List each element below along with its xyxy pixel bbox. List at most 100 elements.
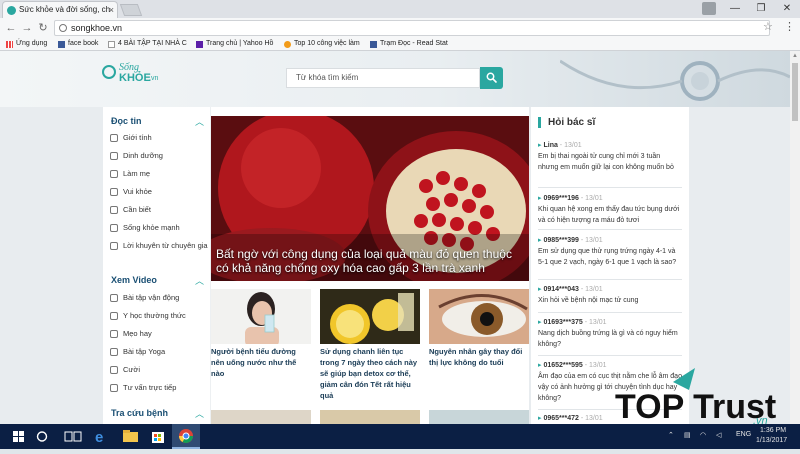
toptrust-logo-icon: TOP Trust .vn — [615, 368, 776, 427]
language-indicator[interactable]: ENG — [736, 431, 751, 438]
sidebar-item-bai-tap-van-dong[interactable]: Bài tập vận động — [110, 293, 210, 302]
bookmark-facebook[interactable]: face book — [58, 38, 98, 50]
profile-icon[interactable] — [702, 2, 716, 15]
forward-arrow-icon[interactable]: → — [19, 20, 35, 36]
facebook-icon — [370, 41, 377, 48]
wifi-icon[interactable]: ◠ — [700, 431, 706, 439]
svg-text:e: e — [95, 429, 103, 446]
section-xem-video[interactable]: Xem Video — [111, 275, 157, 285]
clock-time[interactable]: 1:36 PM — [760, 427, 786, 434]
article-thumb-3[interactable] — [429, 289, 529, 344]
tray-up-icon[interactable]: ⌃ — [668, 431, 674, 439]
yahoo-icon — [196, 41, 203, 48]
site-favicon-icon — [7, 6, 16, 15]
article-thumb-5[interactable] — [320, 410, 420, 424]
edge-browser-icon[interactable]: e — [88, 424, 116, 449]
hero-caption[interactable]: Bất ngờ với công dụng của loại quả màu đ… — [216, 247, 526, 275]
section-doc-tin[interactable]: Đọc tin — [111, 116, 142, 126]
search-circle-icon[interactable] — [30, 424, 58, 449]
browser-menu-icon[interactable]: ⋮ — [784, 20, 795, 33]
close-window-button[interactable]: ✕ — [774, 0, 800, 18]
sidebar-item-yoga[interactable]: Bài tập Yoga — [110, 347, 210, 356]
hero-article[interactable]: Bất ngờ với công dụng của loại quả màu đ… — [211, 116, 529, 281]
sidebar-item-dinh-duong[interactable]: Dinh dưỡng — [110, 151, 210, 160]
yoga-icon — [110, 348, 118, 356]
site-logo[interactable]: Sống KHỎE .vn — [102, 62, 172, 86]
question-item[interactable]: ▸ 0985***399 - 13/01 Em sử dụng que thử r… — [538, 235, 682, 268]
tab-title: Sức khỏe và đời sống, ch — [19, 5, 111, 14]
search-input[interactable]: Từ khóa tìm kiếm — [286, 68, 480, 88]
tab-close-icon[interactable]: × — [109, 2, 114, 18]
browser-tab[interactable]: Sức khỏe và đời sống, ch × — [2, 1, 118, 18]
mother-icon — [110, 170, 118, 178]
sidebar-item-song-khoe-manh[interactable]: Sống khỏe mạnh — [110, 223, 210, 232]
address-bar[interactable]: songkhoe.vn — [54, 20, 770, 36]
restore-button[interactable]: ❐ — [748, 0, 774, 18]
store-icon[interactable] — [144, 424, 172, 449]
sidebar-item-cuoi[interactable]: Cười — [110, 365, 210, 374]
toptrust-watermark-logo: TOP Trust .vn — [613, 366, 793, 427]
volume-icon[interactable]: ◁ — [716, 431, 721, 439]
sidebar-item-gioi-tinh[interactable]: Giới tính — [110, 133, 210, 142]
clock-date[interactable]: 1/13/2017 — [756, 437, 787, 444]
sidebar-item-y-hoc[interactable]: Y học thường thức — [110, 311, 210, 320]
article-thumb-2[interactable] — [320, 289, 420, 344]
chevron-up-icon[interactable]: ︿ — [195, 274, 204, 287]
bookmark-yahoo[interactable]: Trang chủ | Yahoo Hồ — [196, 38, 273, 50]
windows-taskbar: e ⌃ ▤ ◠ ◁ ENG 1:36 PM 1/13/2017 — [0, 424, 800, 449]
minimize-button[interactable]: — — [722, 0, 748, 18]
page-icon — [108, 41, 115, 48]
sidebar-item-loi-khuyen[interactable]: Lời khuyên từ chuyên gia — [110, 241, 210, 250]
facebook-icon — [58, 41, 65, 48]
sidebar-item-vui-khoe[interactable]: Vui khỏe — [110, 187, 210, 196]
task-view-icon[interactable] — [58, 424, 86, 449]
header-stethoscope-graphic — [560, 59, 790, 101]
chevron-up-icon[interactable]: ︿ — [195, 407, 204, 420]
network-icon[interactable]: ▤ — [684, 431, 691, 439]
divider — [538, 187, 682, 188]
file-explorer-icon[interactable] — [116, 424, 144, 449]
divider — [538, 279, 682, 280]
ask-doctor-title: Hỏi bác sĩ — [538, 117, 595, 128]
bookmark-star-icon[interactable]: ☆ — [763, 20, 773, 33]
divider — [538, 312, 682, 313]
bookmark-top10[interactable]: Top 10 công việc làm — [284, 38, 360, 50]
logo-cross-icon — [102, 65, 116, 79]
tab-strip: Sức khỏe và đời sống, ch × — ❐ ✕ — [0, 0, 800, 18]
chrome-taskbar-icon[interactable] — [172, 424, 200, 449]
doctor-icon — [110, 242, 118, 250]
apps-icon — [6, 41, 13, 48]
scrollbar-thumb[interactable] — [792, 63, 798, 121]
question-item[interactable]: ▸ 01693***375 - 13/01 Nang dịch buồng trứ… — [538, 317, 682, 350]
article-thumb-1[interactable] — [211, 289, 311, 344]
question-item[interactable]: ▸ Lina - 13/01 Em bị thai ngoài tử cung c… — [538, 140, 682, 173]
search-button[interactable] — [480, 67, 503, 89]
question-item[interactable]: ▸ 0914***043 - 13/01 Xin hỏi về bệnh nội … — [538, 284, 682, 306]
bookmarks-bar: Ứng dụng face book 4 BÀI TẬP TẠI NHÀ C T… — [0, 38, 800, 51]
article-title-2[interactable]: Sử dụng chanh liên tục trong 7 ngày theo… — [320, 346, 420, 401]
scroll-up-icon[interactable]: ▲ — [792, 53, 798, 59]
article-title-1[interactable]: Người bệnh tiểu đường nên uống nước như … — [211, 346, 311, 379]
new-tab-button[interactable] — [119, 4, 143, 16]
article-thumb-4[interactable] — [211, 410, 311, 424]
question-item[interactable]: ▸ 0969***196 - 13/01 Khi quan hệ xong em … — [538, 193, 682, 226]
bookmark-apps[interactable]: Ứng dụng — [6, 38, 47, 50]
exercise-icon — [110, 294, 118, 302]
bookmark-4-bai-tap[interactable]: 4 BÀI TẬP TẠI NHÀ C — [108, 38, 187, 50]
bookmark-tram-doc[interactable]: Trạm Đọc - Read Stat — [370, 38, 448, 50]
article-title-3[interactable]: Nguyên nhân gây thay đổi thị lực không d… — [429, 346, 529, 368]
reload-icon[interactable]: ↻ — [35, 20, 51, 36]
back-arrow-icon[interactable]: ← — [3, 20, 19, 36]
sidebar-item-lam-me[interactable]: Làm mẹ — [110, 169, 210, 178]
sidebar-item-can-biet[interactable]: Cần biết — [110, 205, 210, 214]
article-thumb-6[interactable] — [429, 410, 529, 424]
sidebar-item-meo-hay[interactable]: Mẹo hay — [110, 329, 210, 338]
page-info-icon[interactable] — [59, 24, 67, 32]
section-tra-cuu-benh[interactable]: Tra cứu bệnh — [111, 408, 168, 418]
divider — [538, 229, 682, 230]
start-button[interactable] — [4, 424, 32, 449]
sidebar-item-tu-van[interactable]: Tư vấn trực tiếp — [110, 383, 210, 392]
nutrition-icon — [110, 152, 118, 160]
lemon-water-image — [320, 289, 420, 344]
chevron-up-icon[interactable]: ︿ — [195, 115, 204, 128]
